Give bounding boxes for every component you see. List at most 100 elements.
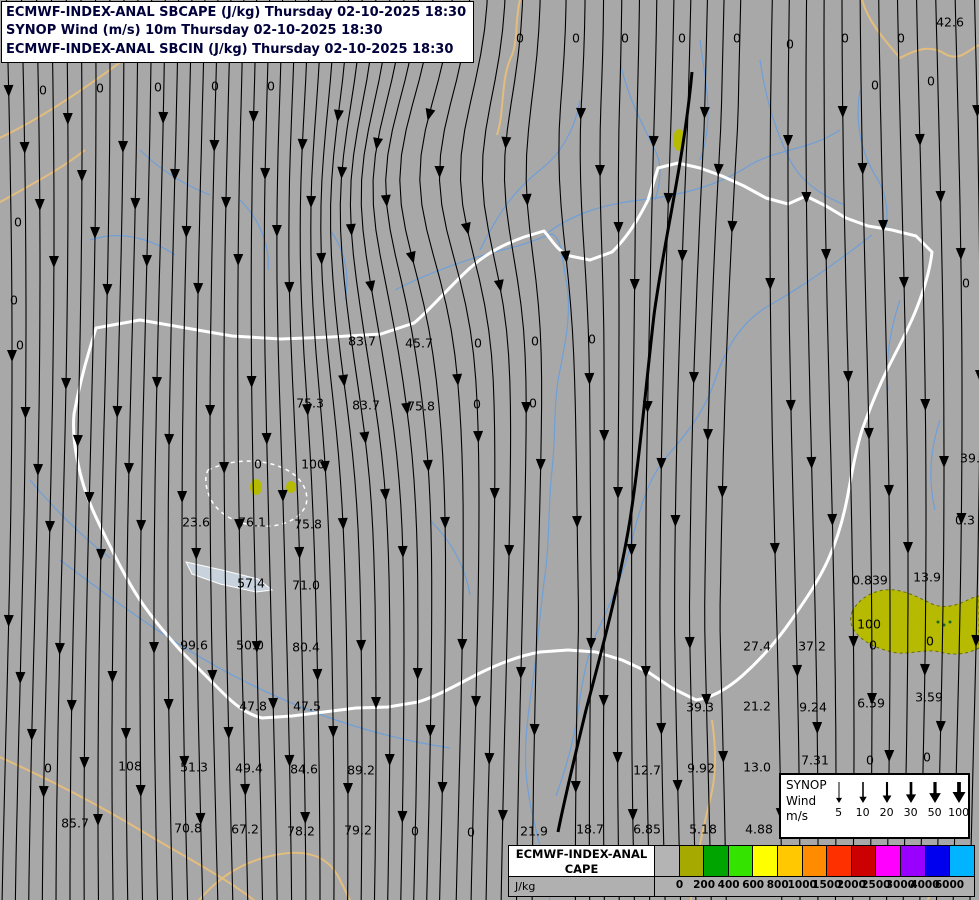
streamline-arrow-icon [806, 456, 817, 469]
cape-color-cell [901, 846, 926, 876]
streamline [419, 0, 464, 900]
primary-border [72, 161, 934, 720]
river [89, 235, 176, 256]
streamline [503, 0, 527, 900]
streamline [525, 0, 543, 900]
streamline [459, 0, 496, 900]
streamline-arrow-icon [268, 697, 279, 710]
streamline [969, 0, 979, 900]
streamline-arrow-icon [412, 667, 423, 680]
streamline-arrow-icon [684, 636, 695, 649]
title-line-wind: SYNOP Wind (m/s) 10m Thursday 02-10-2025… [6, 23, 383, 39]
streamline [41, 0, 55, 900]
streamline [263, 0, 278, 900]
streamline-arrow-icon [401, 402, 412, 415]
streamline-arrow-icon [102, 283, 113, 296]
streamline-arrow-icon [457, 638, 468, 651]
streamline-arrow-icon [501, 136, 512, 149]
river [429, 519, 471, 596]
cape-tick-value: 600 [742, 879, 765, 891]
streamline-arrow-icon [785, 399, 796, 412]
streamline [616, 0, 623, 900]
cape-colorbar [655, 846, 974, 877]
cape-color-cell [655, 846, 680, 876]
cape-color-cell [950, 846, 974, 876]
streamline-arrow-icon [221, 196, 232, 209]
streamline [97, 0, 111, 900]
streamline-arrow-icon [920, 398, 931, 411]
streamline-arrow-icon [516, 666, 527, 679]
streamline-arrow-icon [130, 197, 141, 210]
streamline-arrow-icon [452, 373, 463, 386]
streamline-arrow-icon [205, 404, 216, 417]
streamline [787, 0, 801, 900]
streamline-arrow-icon [884, 749, 895, 762]
streamline-arrow-icon [843, 370, 854, 383]
wind-arrow-icon [952, 791, 966, 803]
streamline-arrow-icon [718, 750, 729, 763]
streamline-arrow-icon [975, 369, 979, 382]
wind-arrow-icon [905, 794, 916, 803]
streamline [399, 0, 447, 900]
cape-patch [250, 479, 262, 495]
streamline-arrow-icon [107, 670, 118, 683]
streamline-arrow-icon [437, 781, 448, 794]
streamline-arrow-icon [359, 431, 370, 444]
streamline-arrow-icon [251, 640, 262, 653]
streamline-arrow-icon [152, 376, 163, 389]
river [930, 419, 941, 511]
streamline [28, 0, 41, 900]
streamline-arrow-icon [688, 371, 699, 384]
streamline-arrow-icon [45, 520, 56, 533]
streamline [139, 0, 153, 900]
wind-legend-subtitle: Wind [786, 793, 817, 808]
streamline [823, 0, 837, 900]
wind-speed-value: 5 [835, 806, 843, 819]
streamline-arrow-icon [271, 224, 282, 237]
streamline-arrow-icon [142, 254, 153, 267]
streamline [841, 0, 855, 900]
streamline-arrow-icon [118, 140, 129, 153]
streamline-arrow-icon [972, 104, 979, 117]
streamline-arrow-icon [956, 512, 967, 525]
streamline-arrow-icon [48, 255, 59, 268]
cape-legend-unit: J/kg [509, 877, 655, 896]
cape-color-cell [876, 846, 902, 876]
streamline-arrow-icon [939, 456, 949, 468]
streamline-arrow-icon [135, 784, 146, 797]
cape-patch-dot [936, 620, 940, 624]
streamline-arrow-icon [148, 641, 159, 654]
streamline [125, 0, 139, 900]
wind-arrow-icon [882, 795, 892, 803]
streamline-arrow-icon [765, 277, 776, 290]
streamline-arrow-icon [337, 166, 348, 179]
streamline-arrow-icon [656, 722, 667, 735]
streamline-arrow-icon [306, 195, 317, 208]
streamline [805, 0, 819, 900]
weather-map-view: 42.6 0 0 0 0 0 0 0 0 0 0 0 0 0 0 0 0 0 0 0 0 0 0 83.7 45.7 75.3 83… [0, 0, 979, 900]
streamline [360, 0, 405, 900]
streamline [935, 0, 945, 900]
streamline-arrow-icon [297, 138, 308, 151]
cape-legend-title: ECMWF-INDEX-ANAL [515, 847, 648, 861]
streamline-arrow-icon [219, 461, 230, 474]
streamline-arrow-icon [769, 542, 780, 555]
streamline-arrow-icon [672, 779, 683, 792]
streamline-arrow-icon [223, 726, 234, 739]
streamline-arrow-icon [493, 279, 504, 292]
streamline-arrow-icon [521, 193, 532, 206]
streamline-arrow-icon [124, 462, 135, 475]
streamline-arrow-icon [136, 519, 147, 532]
wind-arrow-icon [835, 797, 842, 803]
streamline-arrow-icon [76, 169, 87, 182]
streamline [769, 0, 783, 900]
streamline-arrow-icon [535, 458, 546, 471]
streamline-arrow-icon [316, 252, 327, 265]
cape-colorbar-ticks: 0 200 400 600 800 1000 1500 2000 2500 3000 4000 600… [655, 877, 974, 896]
streamline-arrow-icon [783, 134, 794, 147]
streamline-arrow-icon [181, 225, 192, 238]
cape-color-cell [778, 846, 803, 876]
streamline-arrow-icon [397, 545, 408, 558]
cape-color-cell [704, 846, 729, 876]
streamline-arrow-icon [38, 785, 49, 798]
